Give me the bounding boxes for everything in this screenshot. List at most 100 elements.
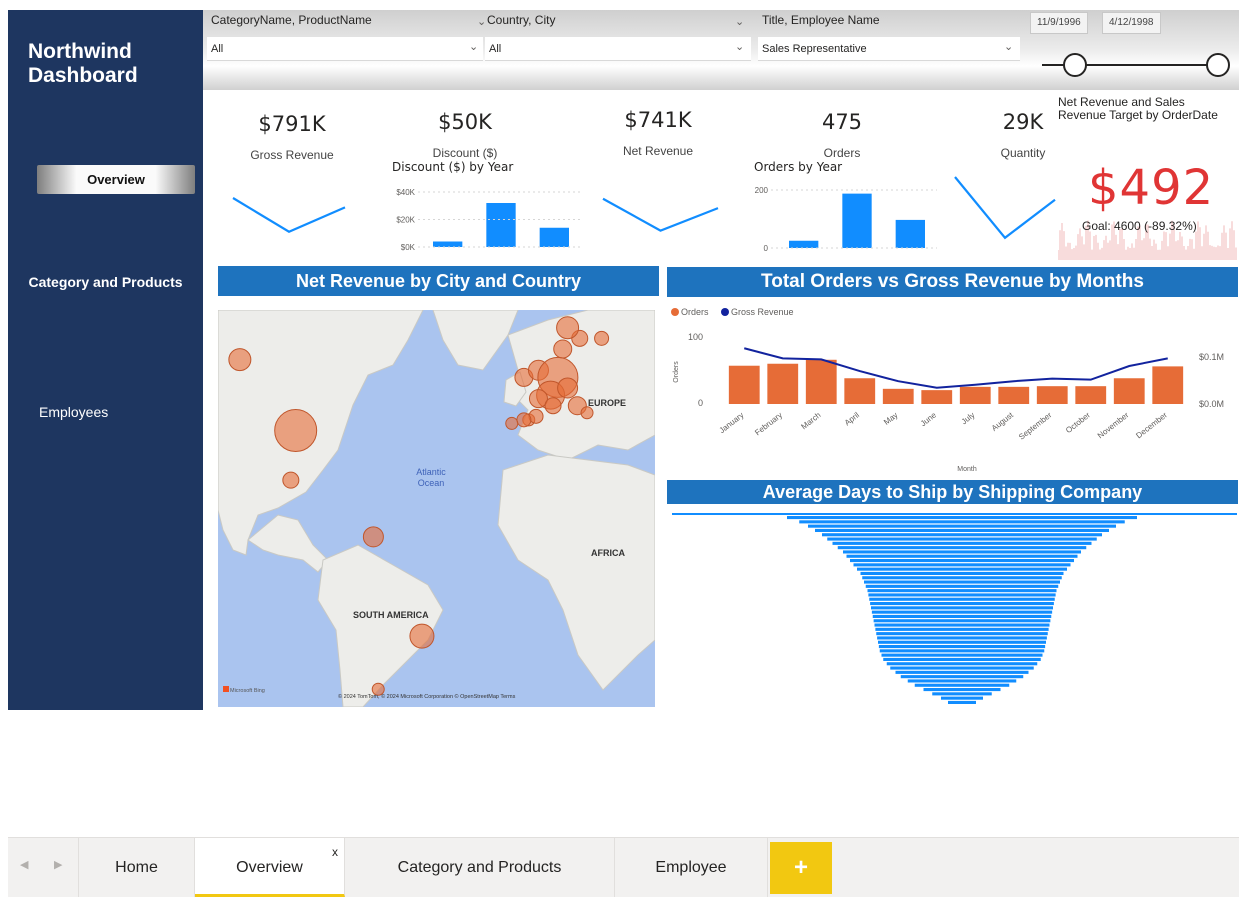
map-point (282, 471, 300, 489)
chevron-down-icon[interactable]: ⌄ (1004, 40, 1013, 53)
orders-bar (844, 378, 876, 404)
date-slider-start-handle[interactable] (1063, 53, 1087, 77)
ship-bar (878, 645, 1046, 649)
tab-home[interactable]: Home (78, 838, 195, 897)
tab-overview[interactable]: Overview x (195, 838, 345, 897)
ship-bar (877, 636, 1047, 640)
orders-vs-revenue-chart[interactable]: Orders Gross Revenue 100 0 $0.1M $0.0M Orders J… (667, 300, 1238, 478)
month-tick-label: May (882, 410, 899, 426)
discount-chart-tick-label: $20K (396, 216, 415, 225)
map-point (362, 526, 384, 548)
orders-bar (1152, 366, 1184, 404)
ship-bar (815, 528, 1109, 532)
employee-slicer-dropdown[interactable]: Sales Representative (758, 37, 1020, 61)
chevron-down-icon[interactable]: ⌄ (469, 40, 478, 53)
map-point (409, 623, 435, 649)
ship-bar (869, 597, 1055, 601)
orders-chart-tick-label: 0 (764, 244, 769, 253)
ship-bar (886, 662, 1038, 666)
month-tick-label: October (1064, 410, 1092, 435)
ship-bar (941, 696, 983, 700)
tab-category-products[interactable]: Category and Products (345, 838, 615, 897)
add-page-button[interactable]: + (770, 842, 832, 894)
page-tabs-bar: ◀ ▶ Home Overview x Category and Product… (8, 837, 1239, 897)
kpi-net-revenue-value: $741K (624, 108, 692, 132)
product-slicer-value: All (211, 43, 224, 55)
legend-orders-label: Orders (681, 307, 709, 317)
chevron-down-icon[interactable]: ⌄ (735, 40, 744, 53)
ship-bar (923, 688, 1001, 692)
kpi-net-revenue-label: Net Revenue (622, 144, 694, 158)
date-range-end[interactable]: 4/12/1998 (1102, 12, 1161, 34)
ship-bar (871, 610, 1053, 614)
location-slicer-dropdown[interactable]: All (485, 37, 751, 61)
ship-bar (787, 516, 1137, 520)
ship-bar (857, 567, 1067, 571)
map-label-europe: EUROPE (588, 398, 626, 408)
date-range-start[interactable]: 11/9/1996 (1030, 12, 1088, 34)
gauge-goal: Goal: 4600 (-89.32%) (1082, 219, 1197, 233)
dashboard-title-line1: Northwind (28, 40, 132, 63)
ship-bar (876, 632, 1048, 636)
chevron-down-icon[interactable]: ⌄ (477, 15, 486, 28)
ship-bar (853, 563, 1071, 567)
ship-bar (948, 700, 976, 704)
ship-bar (827, 537, 1097, 541)
close-icon[interactable]: x (332, 822, 338, 882)
orders-bar (728, 365, 760, 404)
map-title: Net Revenue by City and Country (218, 266, 659, 296)
tab-scroll-right-icon[interactable]: ▶ (54, 858, 62, 871)
ship-bar (875, 627, 1049, 631)
product-slicer-dropdown[interactable]: All (207, 37, 483, 61)
bing-logo: Microsoft Bing (230, 688, 265, 694)
gauge-value: $492 (1088, 160, 1215, 216)
x-axis-label: Month (957, 466, 977, 473)
nav-button-category-products[interactable]: Category and Products (8, 274, 203, 290)
kpi-quantity-label: Quantity (1000, 146, 1046, 160)
y-axis-label: Orders (673, 361, 680, 383)
nav-button-employees[interactable]: Employees (39, 404, 108, 420)
month-tick-label: September (1017, 410, 1054, 441)
discount-chart-tick-label: $40K (396, 188, 415, 197)
month-tick-label: December (1134, 410, 1169, 440)
month-tick-label: January (718, 410, 746, 435)
kpi-mini-charts: $0K $20K $40K 0 200 (232, 176, 1056, 253)
orders-chart-bar (895, 219, 925, 248)
ship-bar (883, 657, 1041, 661)
discount-chart-bar (433, 241, 463, 247)
ship-bar (907, 679, 1017, 683)
location-slicer-label: Country, City (487, 13, 556, 27)
chevron-down-icon[interactable]: ⌄ (735, 15, 744, 28)
date-slider-end-handle[interactable] (1206, 53, 1230, 77)
legend-revenue-marker (721, 308, 729, 316)
ship-bar (872, 614, 1052, 618)
ship-bar (878, 640, 1046, 644)
kpi-quantity-value: 29K (1002, 110, 1044, 134)
month-tick-label: February (753, 410, 784, 437)
orders-chart-bar (789, 240, 819, 248)
tab-scroll-left-icon[interactable]: ◀ (20, 858, 28, 871)
ship-bar (867, 589, 1057, 593)
map-label-south-america: SOUTH AMERICA (353, 610, 429, 620)
employee-slicer-label: Title, Employee Name (762, 13, 880, 27)
ship-bar (914, 683, 1010, 687)
map-point (228, 348, 252, 372)
nav-button-overview[interactable]: Overview (37, 165, 195, 194)
net-revenue-map[interactable]: EUROPE AFRICA SOUTH AMERICA AtlanticOcean © … (218, 310, 655, 707)
month-tick-label: July (960, 410, 977, 426)
map-attribution: © 2024 TomTom, © 2024 Microsoft Corporat… (338, 693, 516, 700)
ship-bar (895, 670, 1029, 674)
orders-bar (767, 363, 799, 404)
ship-bar (890, 666, 1034, 670)
kpi-discount-label: Discount ($) (432, 146, 498, 160)
map-point (544, 397, 562, 415)
days-to-ship-chart[interactable] (667, 510, 1238, 708)
ship-bar (850, 559, 1074, 563)
product-slicer-label: CategoryName, ProductName (211, 13, 372, 27)
map-point (553, 339, 573, 359)
y-right-tick: $0.0M (1199, 399, 1224, 409)
ship-bar (868, 593, 1056, 597)
gauge-title: Net Revenue and Sales Revenue Target by … (1058, 95, 1218, 122)
tab-employee[interactable]: Employee (615, 838, 768, 897)
ship-bar (799, 520, 1125, 524)
